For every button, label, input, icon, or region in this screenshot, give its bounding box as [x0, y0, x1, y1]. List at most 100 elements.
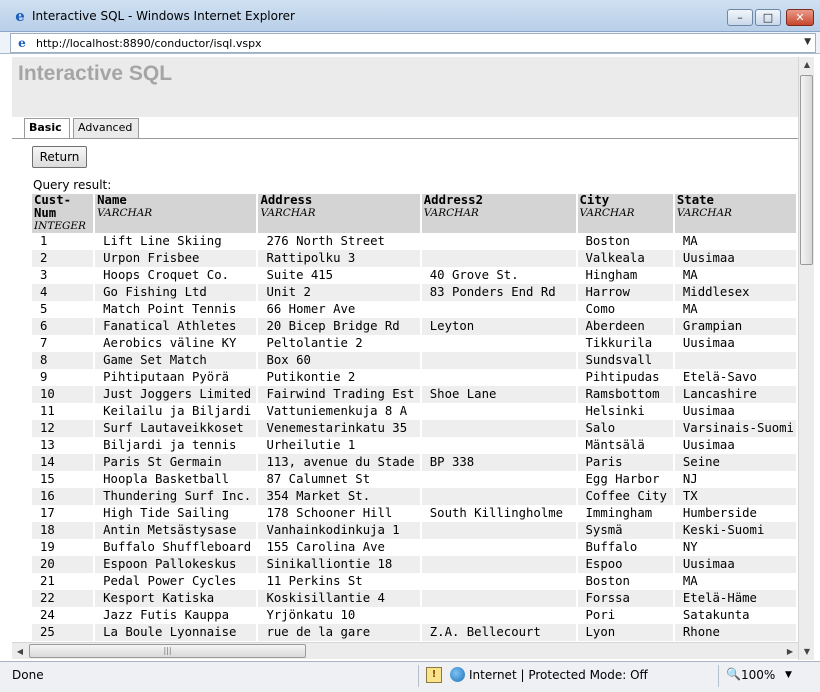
- zoom-level[interactable]: 100%: [741, 668, 775, 682]
- table-row: 7 Aerobics väline KY Peltolantie 2 Tikkuril…: [32, 335, 798, 352]
- table-cell: 66 Homer Ave: [257, 301, 422, 318]
- table-cell: Rattipolku 3: [257, 250, 422, 267]
- table-cell: 87 Calumnet St: [257, 471, 422, 488]
- table-cell: Varsinais-Suomi: [673, 420, 798, 437]
- table-cell: 21: [32, 573, 96, 590]
- column-name: State: [676, 194, 714, 207]
- table-cell: Harrow: [576, 284, 675, 301]
- table-cell: Hoopla Basketball: [94, 471, 259, 488]
- scroll-up-icon[interactable]: ▲: [799, 57, 815, 73]
- status-bar: Done ! Internet | Protected Mode: Off 🔍 …: [0, 661, 820, 692]
- table-cell: 113, avenue du Stade: [257, 454, 422, 471]
- table-row: 17 High Tide Sailing 178 Schooner Hill Sout…: [32, 505, 798, 522]
- column-header: Address2 VARCHAR: [420, 194, 578, 233]
- table-cell: Pori: [576, 607, 675, 624]
- table-cell: 13: [32, 437, 96, 454]
- maximize-button[interactable]: □: [755, 9, 781, 26]
- vertical-scrollbar[interactable]: ▲ ▼: [798, 57, 814, 660]
- column-name: Name: [97, 194, 127, 207]
- table-cell: Shoe Lane: [420, 386, 578, 403]
- security-warning-icon[interactable]: !: [426, 667, 442, 683]
- table-cell: 10: [32, 386, 96, 403]
- table-row: 3 Hoops Croquet Co. Suite 415 40 Grove St. H…: [32, 267, 798, 284]
- table-header-row: Cust-Num INTEGER Name VARCHAR Address VARCHAR…: [32, 194, 798, 233]
- scroll-right-icon[interactable]: ▶: [782, 643, 798, 660]
- table-cell: Box 60: [257, 352, 422, 369]
- table-cell: 24: [32, 607, 96, 624]
- table-row: 24 Jazz Futis Kauppa Yrjönkatu 10 Pori Satak…: [32, 607, 798, 624]
- table-row: 19 Buffalo Shuffleboard 155 Carolina Ave Bu…: [32, 539, 798, 556]
- table-cell: Aberdeen: [576, 318, 675, 335]
- table-row: 18 Antin Metsästysase Vanhainkodinkuja 1 Sy…: [32, 522, 798, 539]
- tab-advanced[interactable]: Advanced: [73, 118, 139, 138]
- security-zone[interactable]: Internet | Protected Mode: Off: [469, 668, 648, 682]
- table-cell: Suite 415: [257, 267, 422, 284]
- vertical-scroll-thumb[interactable]: [800, 75, 813, 265]
- table-cell: Lancashire: [673, 386, 798, 403]
- table-cell: La Boule Lyonnaise: [94, 624, 259, 641]
- table-row: 13 Biljardi ja tennis Urheilutie 1 Mäntsälä…: [32, 437, 798, 454]
- column-name: Cust-Num: [34, 194, 72, 220]
- table-cell: Sysmä: [576, 522, 675, 539]
- table-cell: rue de la gare: [257, 624, 422, 641]
- column-type: VARCHAR: [97, 207, 153, 219]
- scroll-left-icon[interactable]: ◀: [12, 643, 28, 660]
- table-cell: [420, 607, 578, 624]
- table-cell: 3: [32, 267, 96, 284]
- table-cell: Buffalo: [576, 539, 675, 556]
- close-button[interactable]: ✕: [786, 9, 814, 26]
- horizontal-scrollbar[interactable]: ◀ ||| ▶: [12, 642, 798, 659]
- table-cell: Uusimaa: [673, 556, 798, 573]
- header-band: Interactive SQL: [12, 57, 798, 117]
- table-cell: TX: [673, 488, 798, 505]
- table-cell: Koskisillantie 4: [257, 590, 422, 607]
- table-cell: Keilailu ja Biljardi: [94, 403, 259, 420]
- chevron-down-icon[interactable]: ▼: [785, 670, 792, 680]
- table-cell: 4: [32, 284, 96, 301]
- return-button[interactable]: Return: [32, 146, 87, 168]
- table-cell: MA: [673, 301, 798, 318]
- scroll-down-icon[interactable]: ▼: [799, 644, 815, 660]
- page-content: Interactive SQL Basic Advanced Return Qu…: [12, 57, 798, 660]
- column-header: State VARCHAR: [673, 194, 798, 233]
- page-title: Interactive SQL: [18, 62, 173, 85]
- table-row: 1 Lift Line Skiing 276 North Street Boston M…: [32, 233, 798, 250]
- query-result-table-wrapper: Cust-Num INTEGER Name VARCHAR Address VARCHAR…: [32, 194, 798, 660]
- table-cell: 276 North Street: [257, 233, 422, 250]
- column-type: INTEGER: [34, 220, 86, 232]
- window-titlebar: e Interactive SQL - Windows Internet Exp…: [0, 0, 820, 32]
- table-cell: Sundsvall: [576, 352, 675, 369]
- table-cell: 18: [32, 522, 96, 539]
- status-separator: [418, 665, 419, 687]
- horizontal-scroll-thumb[interactable]: |||: [29, 644, 306, 658]
- window-title: Interactive SQL - Windows Internet Explo…: [32, 9, 295, 23]
- column-name: Address: [260, 194, 313, 207]
- address-input[interactable]: e http://localhost:8890/conductor/isql.v…: [10, 33, 816, 53]
- column-header: Name VARCHAR: [94, 194, 259, 233]
- table-cell: 155 Carolina Ave: [257, 539, 422, 556]
- zoom-icon[interactable]: 🔍: [726, 667, 741, 681]
- table-cell: Helsinki: [576, 403, 675, 420]
- table-cell: Match Point Tennis: [94, 301, 259, 318]
- table-cell: Immingham: [576, 505, 675, 522]
- table-cell: 11: [32, 403, 96, 420]
- table-cell: Boston: [576, 573, 675, 590]
- minimize-button[interactable]: –: [727, 9, 753, 26]
- table-cell: Sinikalliontie 18: [257, 556, 422, 573]
- table-cell: [420, 471, 578, 488]
- chevron-down-icon[interactable]: ▼: [804, 37, 811, 47]
- table-cell: [420, 573, 578, 590]
- table-cell: 8: [32, 352, 96, 369]
- table-cell: 11 Perkins St: [257, 573, 422, 590]
- table-cell: Lift Line Skiing: [94, 233, 259, 250]
- tab-basic[interactable]: Basic: [24, 118, 70, 139]
- table-cell: Humberside: [673, 505, 798, 522]
- table-cell: Rhone: [673, 624, 798, 641]
- table-cell: 2: [32, 250, 96, 267]
- table-cell: High Tide Sailing: [94, 505, 259, 522]
- table-cell: 15: [32, 471, 96, 488]
- table-cell: Satakunta: [673, 607, 798, 624]
- table-cell: Just Joggers Limited: [94, 386, 259, 403]
- table-row: 11 Keilailu ja Biljardi Vattuniemenkuja 8 …: [32, 403, 798, 420]
- table-cell: [420, 335, 578, 352]
